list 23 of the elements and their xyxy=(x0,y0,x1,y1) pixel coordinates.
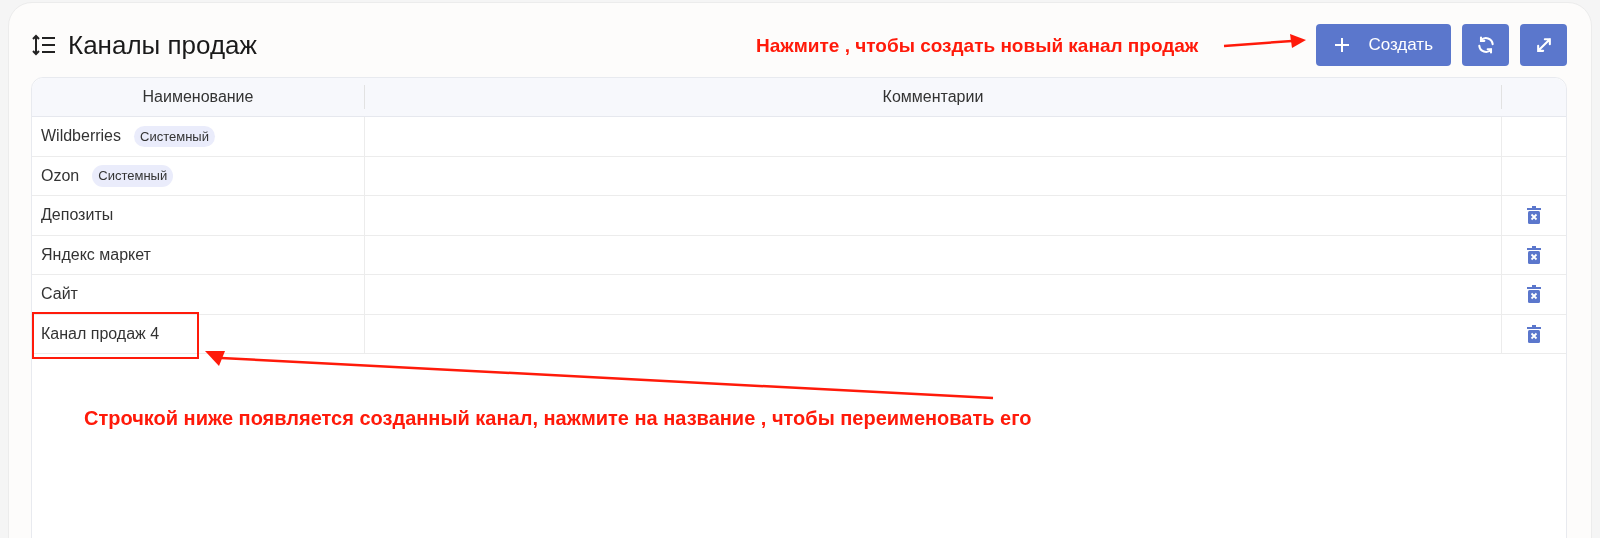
channel-name[interactable]: Депозиты xyxy=(41,203,114,228)
trash-icon[interactable] xyxy=(1527,245,1541,264)
channel-name[interactable]: Wildberries xyxy=(41,124,121,149)
channel-name[interactable]: Сайт xyxy=(41,282,78,307)
create-button[interactable]: Создать xyxy=(1316,24,1451,66)
annotation-text: Нажмите , чтобы создать новый канал продаж xyxy=(756,34,1199,58)
system-tag: Системный xyxy=(134,125,215,147)
refresh-button[interactable] xyxy=(1462,24,1509,66)
trash-icon[interactable] xyxy=(1527,285,1541,304)
column-header: Комментарии xyxy=(882,87,984,107)
expand-button[interactable] xyxy=(1520,24,1567,66)
trash-icon[interactable] xyxy=(1527,206,1541,225)
refresh-icon xyxy=(1475,35,1496,55)
annotation-text: Строчкой ниже появляется созданный канал, нажмите на название , чтобы переименовать его xyxy=(84,406,1032,431)
sort-list-icon xyxy=(31,34,57,56)
page-title: Каналы продаж xyxy=(68,28,257,62)
channel-name[interactable]: Яндекс маркет xyxy=(41,242,151,267)
column-header: Наименование xyxy=(142,87,254,107)
channel-name[interactable]: Канал продаж 4 xyxy=(41,321,160,346)
system-tag: Системный xyxy=(92,165,174,187)
channel-name[interactable]: Ozon xyxy=(41,163,80,188)
trash-icon[interactable] xyxy=(1527,324,1541,343)
plus-icon xyxy=(1334,37,1351,53)
